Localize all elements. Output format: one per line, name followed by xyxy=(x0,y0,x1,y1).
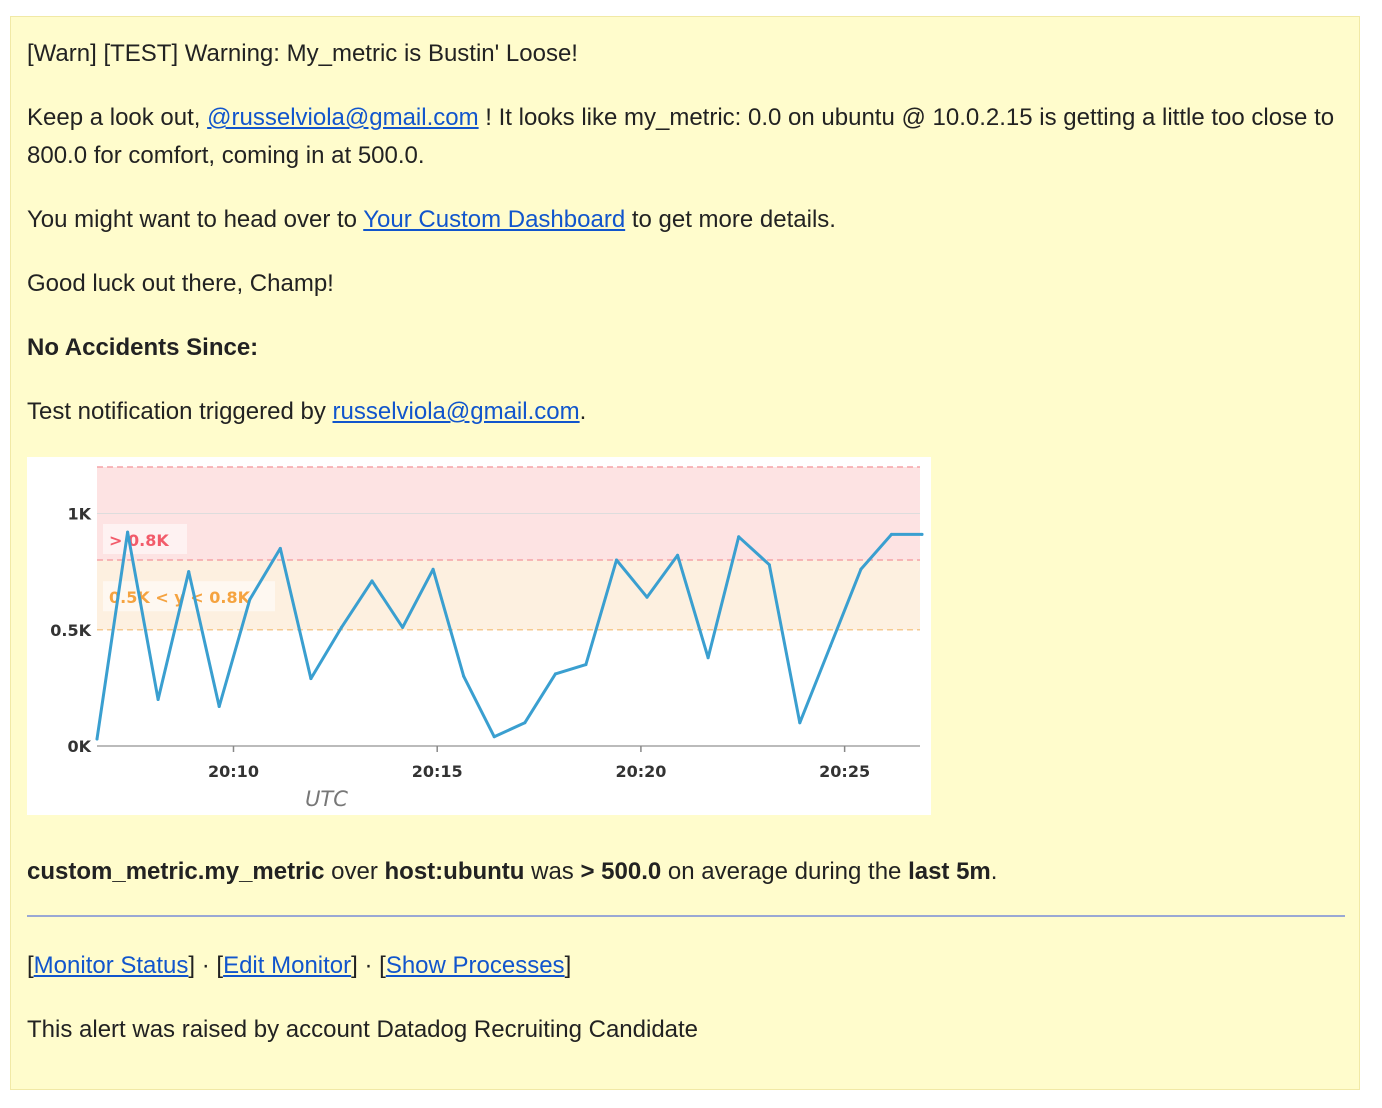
x-tick-label: 20:25 xyxy=(819,762,870,781)
footer-open-bracket: [ xyxy=(27,952,34,979)
triggered-prefix: Test notification triggered by xyxy=(27,398,333,425)
monitor-status-link[interactable]: Monitor Status xyxy=(34,952,189,979)
series-point xyxy=(309,677,313,681)
series-point xyxy=(95,737,99,741)
series-point xyxy=(645,595,649,599)
series-point xyxy=(248,598,252,601)
series-point xyxy=(798,721,802,725)
triggered-suffix: . xyxy=(579,398,587,425)
summary-end: . xyxy=(990,858,998,885)
show-processes-link[interactable]: Show Processes xyxy=(386,952,565,979)
x-tick-label: 20:10 xyxy=(208,762,259,781)
summary-host: host:ubuntu xyxy=(384,858,525,885)
series-point xyxy=(553,672,557,676)
summary-metric-name: custom_metric.my_metric xyxy=(27,858,325,885)
metric-chart: > 0.8K 0.5K < y < 0.8K 20:10 20:15 20:20 20:… xyxy=(27,457,931,815)
x-tick-label: 20:20 xyxy=(615,762,666,781)
y-tick-label: 1K xyxy=(67,505,91,524)
series-point xyxy=(187,570,191,574)
mention-link[interactable]: @russelviola@gmail.com xyxy=(207,104,478,131)
raised-by-text: This alert was raised by account Datadog… xyxy=(27,1016,699,1043)
keep-look-prefix: Keep a look out, xyxy=(27,104,208,131)
dashboard-paragraph: You might want to head over to Your Cust… xyxy=(27,201,836,239)
series-point xyxy=(859,567,863,571)
series-point xyxy=(615,558,618,562)
footer-divider xyxy=(27,915,1345,917)
dashboard-prefix: You might want to head over to xyxy=(27,206,364,233)
metric-chart-svg: > 0.8K0.5K < y < 0.8K 20:10 20:15 20:20 20:… xyxy=(50,466,924,811)
custom-dashboard-link[interactable]: Your Custom Dashboard xyxy=(363,206,625,233)
series-point xyxy=(156,698,160,701)
series-point xyxy=(492,735,496,739)
series-point xyxy=(767,563,771,567)
series-point xyxy=(584,663,588,667)
alert-email-body: [Warn] [TEST] Warning: My_metric is Bust… xyxy=(10,16,1360,1090)
series-point xyxy=(706,656,710,660)
summary-threshold: > 500.0 xyxy=(580,858,662,885)
y-tick-label: 0K xyxy=(67,737,91,756)
series-point xyxy=(462,674,466,678)
series-point xyxy=(340,625,343,629)
series-point xyxy=(828,644,832,648)
no-accidents-heading: No Accidents Since: xyxy=(27,329,258,367)
email-subject-line: [Warn] [TEST] Warning: My_metric is Bust… xyxy=(27,40,578,67)
good-luck-text: Good luck out there, Champ! xyxy=(27,270,334,297)
series-point xyxy=(676,553,680,557)
series-point xyxy=(890,532,893,536)
y-tick-label: 0.5K xyxy=(50,621,91,640)
monitor-summary: custom_metric.my_metric over host:ubuntu… xyxy=(27,853,997,891)
x-axis-title: UTC xyxy=(305,787,348,811)
footer-close-bracket: ] xyxy=(564,952,572,979)
x-tick-label: 20:15 xyxy=(412,762,463,781)
series-point xyxy=(523,721,527,725)
triggered-by-paragraph: Test notification triggered by russelvio… xyxy=(27,393,586,431)
alert-threshold-label: > 0.8K xyxy=(109,531,169,550)
edit-monitor-link[interactable]: Edit Monitor xyxy=(223,952,351,979)
no-accidents-label: No Accidents Since: xyxy=(27,334,259,361)
series-point xyxy=(431,567,435,571)
series-point xyxy=(370,579,374,583)
triggered-by-email-link[interactable]: russelviola@gmail.com xyxy=(333,398,580,425)
summary-during: on average during the xyxy=(661,858,909,885)
footer-separator-2: ] · [ xyxy=(351,952,386,979)
dashboard-suffix: to get more details. xyxy=(625,206,836,233)
series-point xyxy=(217,705,221,708)
series-point xyxy=(737,535,741,539)
keep-look-out-paragraph: Keep a look out, @russelviola@gmail.com … xyxy=(27,99,1347,175)
summary-window: last 5m xyxy=(908,858,991,885)
footer-links: [Monitor Status] · [Edit Monitor] · [Sho… xyxy=(27,947,571,985)
footer-separator-1: ] · [ xyxy=(188,952,224,979)
series-point xyxy=(401,625,405,629)
summary-was: was xyxy=(524,858,581,885)
series-point xyxy=(126,530,130,534)
series-point xyxy=(278,546,282,550)
series-point xyxy=(920,532,924,536)
summary-over: over xyxy=(324,858,385,885)
